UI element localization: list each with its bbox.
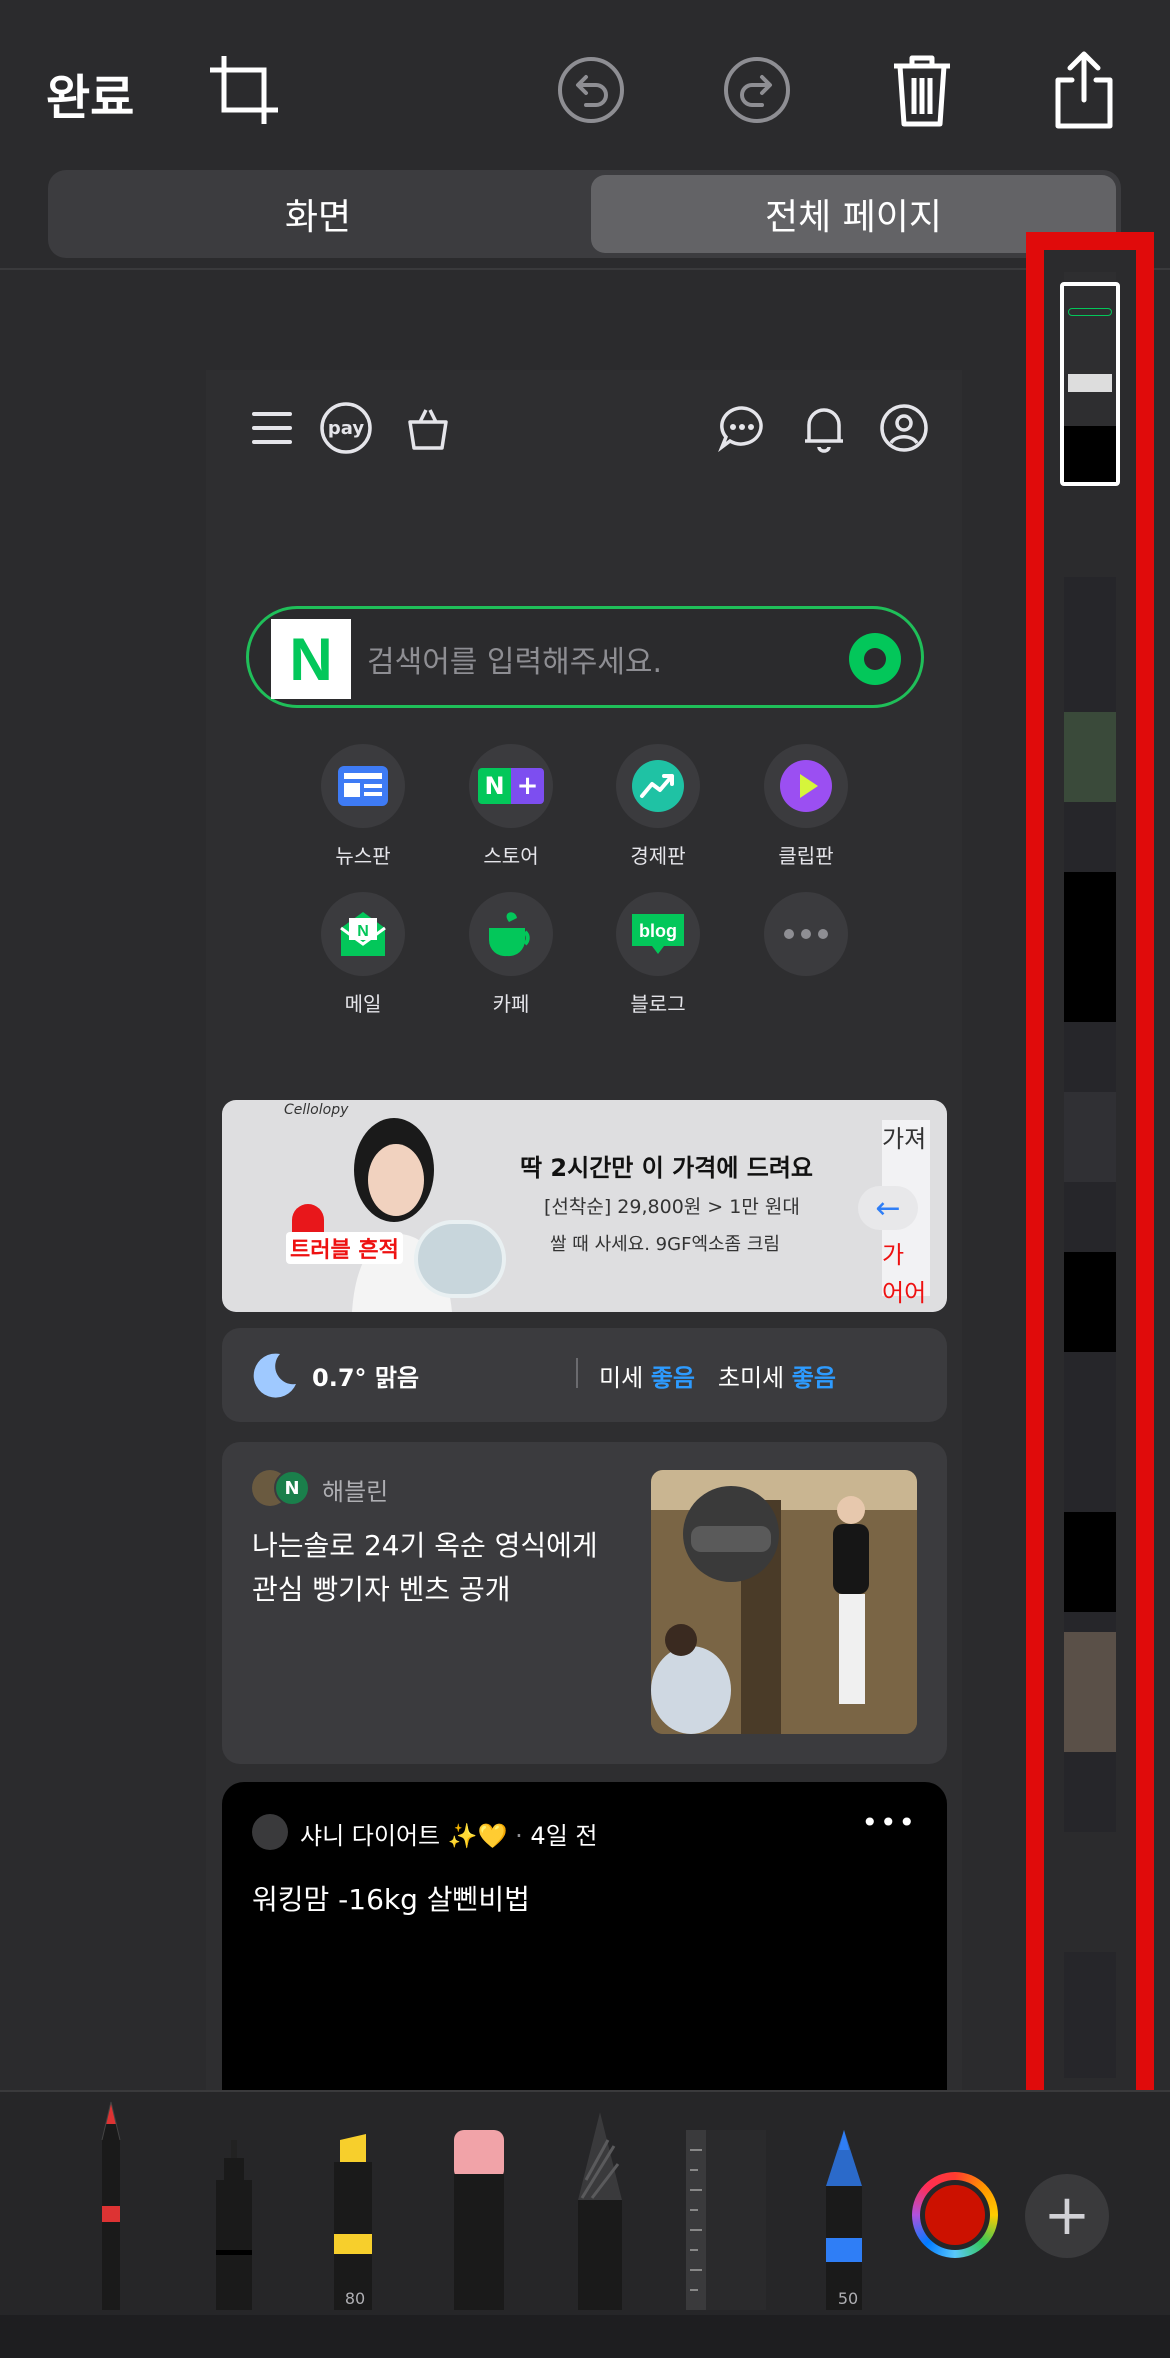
menu-icon (242, 398, 302, 458)
tab-screen[interactable]: 화면 (53, 175, 583, 253)
marker-tool-icon[interactable] (206, 2140, 262, 2314)
shortcut-cafe[interactable]: 카페 (456, 892, 566, 1017)
highlighter-tool-icon[interactable] (324, 2134, 384, 2314)
ad-subtitle-1: [선착순] 29,800원 > 1만 원대 (544, 1196, 800, 1218)
news-icon (321, 744, 405, 828)
avatar (252, 1814, 288, 1850)
green-lens-icon[interactable] (849, 633, 901, 685)
search-placeholder: 검색어를 입력해주세요. (367, 645, 663, 680)
pay-text: pay (327, 417, 365, 439)
shortcut-economy[interactable]: 경제판 (603, 744, 713, 869)
page-thumbnail (1064, 272, 1116, 2078)
thumb-section (1064, 1252, 1116, 1352)
thumb-section (1064, 1832, 1116, 1952)
more-icon (764, 892, 848, 976)
weather-widget[interactable]: 0.7° 맑음 미세 좋음 초미세 좋음 (222, 1328, 947, 1422)
weather-temp: 0.7° 맑음 (312, 1364, 420, 1392)
news-source: 해블린 (322, 1478, 389, 1506)
top-toolbar: 완료 (0, 0, 1170, 170)
cup-icon (469, 892, 553, 976)
shortcut-label: 경제판 (630, 844, 686, 868)
mail-icon: N (321, 892, 405, 976)
thumb-section (1064, 872, 1116, 1022)
avatar-badge: N (274, 1470, 310, 1506)
ruler-tool-icon[interactable] (686, 2130, 766, 2314)
undo-icon[interactable] (551, 50, 631, 130)
shortcut-blog[interactable]: blog 블로그 (603, 892, 713, 1017)
shortcut-label: 클립판 (778, 844, 834, 868)
screenshot-editor: 완료 화면 전체 페이지 pay N 검색어를 입력해주세요. 뉴스판 N + … (0, 0, 1170, 2358)
more-options-icon[interactable]: ••• (861, 1806, 917, 1839)
thumb-section (1064, 1632, 1116, 1752)
post-card[interactable]: 샤니 다이어트 ✨💛 · 4일 전 ••• 워킹맘 -16kg 살뻰비법 (222, 1782, 947, 2090)
news-card[interactable]: N 해블린 나는솔로 24기 옥순 영식에게 관심 빵기자 벤츠 공개 (222, 1442, 947, 1764)
pencil-tool-icon[interactable] (818, 2130, 870, 2314)
view-mode-segmented-control: 화면 전체 페이지 (48, 170, 1121, 258)
blog-icon: blog (616, 892, 700, 976)
shortcut-store[interactable]: N + 스토어 (456, 744, 566, 869)
shortcut-label: 스토어 (483, 844, 539, 868)
page-thumbnail-strip[interactable] (1026, 232, 1154, 2124)
search-bar[interactable]: N 검색어를 입력해주세요. (246, 606, 924, 708)
store-icon: N + (469, 744, 553, 828)
cream-jar-image (414, 1220, 506, 1298)
thumb-section (1064, 712, 1116, 802)
dust-info: 미세 좋음 초미세 좋음 (599, 1364, 836, 1392)
thumb-section (1064, 487, 1116, 577)
shortcut-label: 뉴스판 (335, 844, 391, 868)
shortcut-more[interactable] (751, 892, 861, 976)
ad-brand: Cellolopy (284, 1102, 349, 1118)
naver-logo: N (271, 619, 351, 699)
news-title: 나는솔로 24기 옥순 영식에게 관심 빵기자 벤츠 공개 (252, 1529, 598, 1606)
divider (576, 1358, 578, 1388)
chat-icon (712, 398, 772, 458)
shortcut-mail[interactable]: N 메일 (308, 892, 418, 1017)
shortcut-news[interactable]: 뉴스판 (308, 744, 418, 869)
news-thumbnail (651, 1470, 917, 1734)
divider (0, 268, 1170, 270)
thumb-section (1064, 1512, 1116, 1612)
ad-tag: 트러블 흔적 (286, 1232, 403, 1264)
svg-text:blog: blog (639, 921, 677, 941)
alarm-icon (292, 1204, 324, 1234)
bell-icon (794, 398, 854, 458)
trash-icon[interactable] (882, 50, 962, 130)
play-icon (764, 744, 848, 828)
add-tool-button[interactable]: + (1025, 2174, 1109, 2258)
crop-icon[interactable] (204, 50, 284, 130)
post-author: 샤니 다이어트 ✨💛 · 4일 전 (300, 1822, 598, 1850)
visible-area-frame[interactable] (1060, 282, 1120, 486)
svg-text:N: N (357, 923, 369, 940)
pencil-size: 50 (837, 2289, 859, 2308)
chart-up-icon (616, 744, 700, 828)
profile-icon (874, 398, 934, 458)
home-indicator-area (0, 2315, 1170, 2358)
done-button[interactable]: 완료 (46, 58, 134, 128)
shortcut-label: 카페 (492, 992, 530, 1016)
moon-icon (250, 1350, 300, 1404)
ad-subtitle-2: 쌀 때 사세요. 9GF엑소좀 크림 (550, 1234, 780, 1255)
shortcut-label: 메일 (344, 992, 382, 1016)
arrow-left-icon[interactable]: ← (858, 1186, 918, 1230)
shortcut-clip[interactable]: 클립판 (751, 744, 861, 869)
full-page-preview[interactable]: pay N 검색어를 입력해주세요. 뉴스판 N + 스토어 경제판 클립판 N… (206, 370, 962, 2090)
highlighter-size: 80 (344, 2289, 366, 2308)
share-icon[interactable] (1044, 50, 1124, 130)
pay-icon: pay (316, 398, 376, 458)
color-picker-button[interactable] (912, 2172, 998, 2258)
redo-icon[interactable] (717, 50, 797, 130)
ad-title: 딱 2시간만 이 가격에 드려요 (520, 1154, 814, 1182)
selected-color-swatch (925, 2185, 985, 2245)
shopping-bag-icon (398, 398, 458, 458)
post-title: 워킹맘 -16kg 살뻰비법 (252, 1883, 530, 1916)
thumbnail-strip-background (1044, 250, 1136, 2106)
pen-tool-icon[interactable] (80, 2100, 142, 2314)
eraser-tool-icon[interactable] (452, 2130, 506, 2314)
ad-banner[interactable]: Cellolopy 트러블 흔적 딱 2시간만 이 가격에 드려요 [선착순] … (222, 1100, 947, 1312)
shortcut-label: 블로그 (630, 992, 686, 1016)
thumb-section (1064, 1092, 1116, 1182)
lasso-tool-icon[interactable] (570, 2110, 630, 2314)
